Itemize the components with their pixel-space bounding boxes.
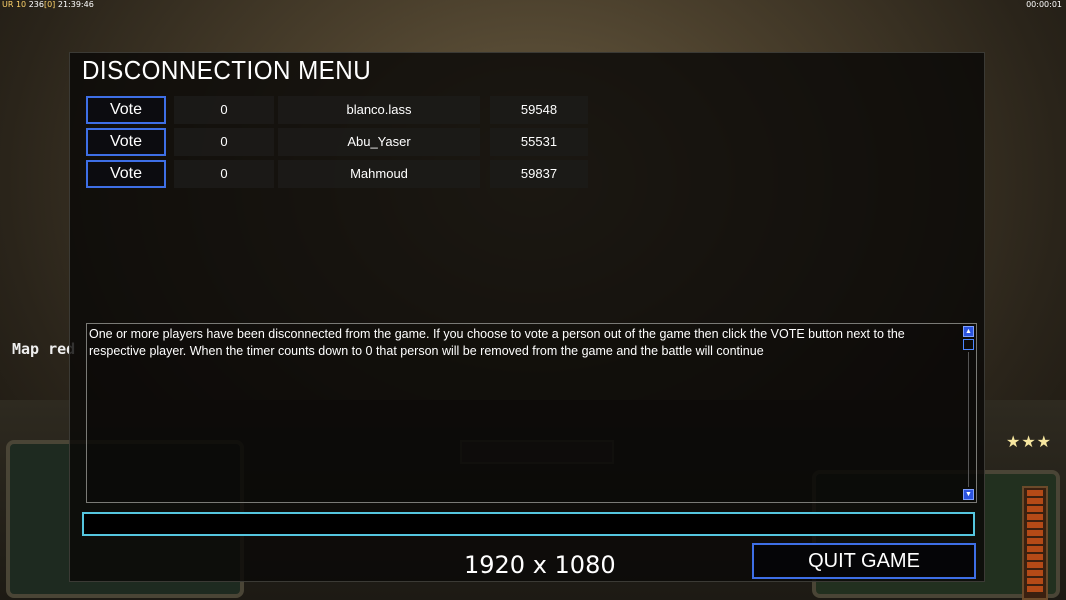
hud-value: 236 [28, 0, 44, 9]
power-meter [1022, 486, 1048, 600]
player-name: Mahmoud [278, 160, 480, 188]
vote-button[interactable]: Vote [86, 96, 166, 124]
hud-status: UR 10 236[0] 21:39:46 [2, 0, 94, 9]
player-ping: 59837 [490, 160, 588, 188]
scroll-thumb[interactable] [963, 339, 974, 350]
scroll-up-icon[interactable]: ▲ [963, 326, 974, 337]
vote-button[interactable]: Vote [86, 160, 166, 188]
hud-time: 21:39:46 [57, 0, 94, 9]
vote-count: 0 [174, 160, 274, 188]
scroll-track [968, 352, 969, 487]
vote-count: 0 [174, 96, 274, 124]
scrollbar[interactable]: ▲ ▼ [962, 324, 976, 502]
player-ping: 59548 [490, 96, 588, 124]
hud-prefix: UR 10 [2, 0, 27, 9]
map-message: Map red [12, 340, 76, 358]
quit-game-button[interactable]: QUIT GAME [752, 543, 976, 579]
message-text: One or more players have been disconnect… [89, 327, 905, 358]
hud-bracket: [0] [43, 0, 56, 9]
vote-count: 0 [174, 128, 274, 156]
disconnection-dialog: DISCONNECTION MENU Vote 0 blanco.lass 59… [69, 52, 985, 582]
chat-input[interactable] [82, 512, 975, 536]
vote-button[interactable]: Vote [86, 128, 166, 156]
hud-timer: 00:00:01 [1026, 0, 1062, 9]
resolution-label: 1920 x 1080 [464, 551, 616, 579]
message-box: One or more players have been disconnect… [86, 323, 977, 503]
player-ping: 55531 [490, 128, 588, 156]
rank-stars-icon: ★★★ [1005, 434, 1052, 451]
player-name: Abu_Yaser [278, 128, 480, 156]
dialog-title: DISCONNECTION MENU [82, 55, 372, 85]
scroll-down-icon[interactable]: ▼ [963, 489, 974, 500]
player-name: blanco.lass [278, 96, 480, 124]
